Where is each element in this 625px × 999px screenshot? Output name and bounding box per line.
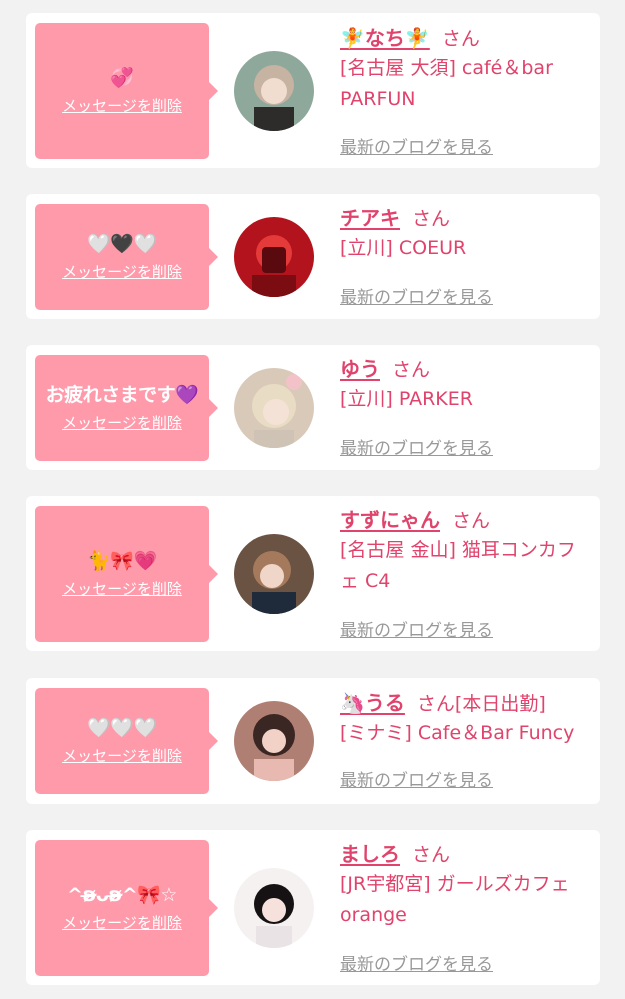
latest-blog-link[interactable]: 最新のブログを見る <box>340 950 493 975</box>
message-card: 🤍🖤🤍 メッセージを削除 チアキ さん [立川] COEUR 最新のブログを見る <box>26 194 600 319</box>
cast-info: 🧚なち🧚 さん [名古屋 大須] café＆bar PARFUN <box>340 23 592 115</box>
message-bubble: 🐈🎀💗 メッセージを削除 <box>35 506 209 642</box>
cast-info: 🦄うる さん[本日出勤] [ミナミ] Cafe＆Bar Funcy <box>340 688 592 749</box>
message-text: 🤍🖤🤍 <box>87 233 157 255</box>
name-row: チアキ さん <box>340 203 592 233</box>
shop-name: [名古屋 大須] café＆bar PARFUN <box>340 57 553 110</box>
cast-name-link[interactable]: 🦄うる <box>340 691 405 715</box>
avatar[interactable] <box>234 701 314 781</box>
name-row: ゆう さん <box>340 354 592 384</box>
delete-message-link[interactable]: メッセージを削除 <box>62 96 182 116</box>
latest-blog-link[interactable]: 最新のブログを見る <box>340 434 493 459</box>
cast-info: チアキ さん [立川] COEUR <box>340 203 592 264</box>
message-bubble: 🤍🖤🤍 メッセージを削除 <box>35 204 209 310</box>
name-row: ましろ さん <box>340 839 592 869</box>
message-card: ^ʚ̴̶̷ᴗʚ̴̶̷^🎀☆ メッセージを削除 ましろ さん [JR宇都宮] ガール… <box>26 830 600 985</box>
avatar[interactable] <box>234 368 314 448</box>
name-row: 🧚なち🧚 さん <box>340 23 592 53</box>
message-text: ^ʚ̴̶̷ᴗʚ̴̶̷^🎀☆ <box>67 884 177 906</box>
cast-name-link[interactable]: チアキ <box>340 206 400 230</box>
avatar[interactable] <box>234 534 314 614</box>
delete-message-link[interactable]: メッセージを削除 <box>62 579 182 599</box>
honorific: さん <box>441 28 480 50</box>
avatar[interactable] <box>234 217 314 297</box>
delete-message-link[interactable]: メッセージを削除 <box>62 262 182 282</box>
cast-name-link[interactable]: 🧚なち🧚 <box>340 26 430 50</box>
honorific: さん <box>452 510 491 532</box>
message-text: 💞 <box>110 67 134 89</box>
honorific: さん <box>412 208 451 230</box>
message-card: 🐈🎀💗 メッセージを削除 すずにゃん さん [名古屋 金山] 猫耳コンカフェ C4… <box>26 496 600 651</box>
message-text: 🐈🎀💗 <box>87 550 157 572</box>
avatar[interactable] <box>234 51 314 131</box>
cast-name-link[interactable]: ゆう <box>340 357 380 381</box>
cast-name-link[interactable]: すずにゃん <box>340 508 440 532</box>
latest-blog-link[interactable]: 最新のブログを見る <box>340 616 493 641</box>
message-bubble: ^ʚ̴̶̷ᴗʚ̴̶̷^🎀☆ メッセージを削除 <box>35 840 209 976</box>
cast-name-link[interactable]: ましろ <box>340 842 400 866</box>
honorific: さん[本日出勤] <box>416 693 546 715</box>
message-bubble: 🤍🤍🤍 メッセージを削除 <box>35 688 209 794</box>
avatar[interactable] <box>234 868 314 948</box>
name-row: 🦄うる さん[本日出勤] <box>340 688 592 718</box>
cast-info: すずにゃん さん [名古屋 金山] 猫耳コンカフェ C4 <box>340 505 592 597</box>
cast-info: ましろ さん [JR宇都宮] ガールズカフェ orange <box>340 839 592 931</box>
shop-name: [JR宇都宮] ガールズカフェ orange <box>340 873 570 926</box>
shop-name: [ミナミ] Cafe＆Bar Funcy <box>340 722 575 744</box>
message-card: お疲れさまです💜 メッセージを削除 ゆう さん [立川] PARKER 最新のブロ… <box>26 345 600 470</box>
message-bubble: お疲れさまです💜 メッセージを削除 <box>35 355 209 461</box>
shop-name: [名古屋 金山] 猫耳コンカフェ C4 <box>340 539 576 592</box>
shop-name: [立川] PARKER <box>340 388 473 410</box>
message-text: お疲れさまです💜 <box>45 384 199 406</box>
delete-message-link[interactable]: メッセージを削除 <box>62 746 182 766</box>
name-row: すずにゃん さん <box>340 505 592 535</box>
latest-blog-link[interactable]: 最新のブログを見る <box>340 133 493 158</box>
shop-name: [立川] COEUR <box>340 237 467 259</box>
delete-message-link[interactable]: メッセージを削除 <box>62 913 182 933</box>
message-card: 💞 メッセージを削除 🧚なち🧚 さん [名古屋 大須] café＆bar PARF… <box>26 13 600 168</box>
honorific: さん <box>412 844 451 866</box>
latest-blog-link[interactable]: 最新のブログを見る <box>340 283 493 308</box>
cast-info: ゆう さん [立川] PARKER <box>340 354 592 415</box>
honorific: さん <box>392 359 431 381</box>
message-text: 🤍🤍🤍 <box>87 717 157 739</box>
latest-blog-link[interactable]: 最新のブログを見る <box>340 766 493 791</box>
delete-message-link[interactable]: メッセージを削除 <box>62 413 182 433</box>
message-card: 🤍🤍🤍 メッセージを削除 🦄うる さん[本日出勤] [ミナミ] Cafe＆Bar … <box>26 678 600 804</box>
message-bubble: 💞 メッセージを削除 <box>35 23 209 159</box>
